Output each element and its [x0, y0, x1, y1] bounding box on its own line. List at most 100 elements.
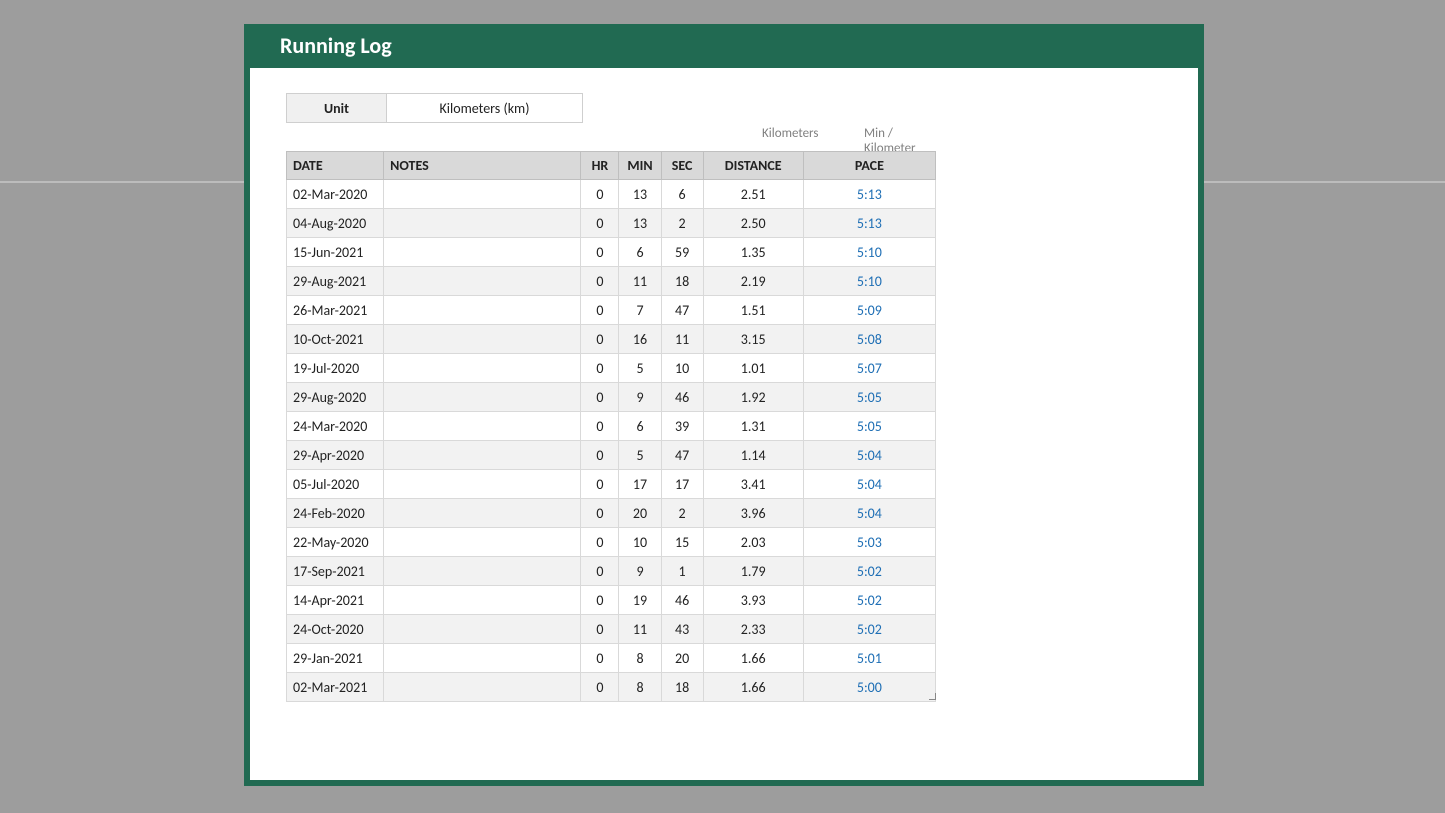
- table-row[interactable]: 29-Aug-2021011182.195:10: [287, 267, 936, 296]
- table-row[interactable]: 24-Mar-202006391.315:05: [287, 412, 936, 441]
- cell-min[interactable]: 9: [619, 557, 661, 586]
- cell-date[interactable]: 04-Aug-2020: [287, 209, 384, 238]
- cell-distance[interactable]: 1.51: [703, 296, 803, 325]
- cell-sec[interactable]: 2: [661, 499, 703, 528]
- cell-notes[interactable]: [384, 644, 581, 673]
- cell-pace[interactable]: 5:00: [803, 673, 935, 702]
- cell-hr[interactable]: 0: [581, 412, 619, 441]
- cell-date[interactable]: 05-Jul-2020: [287, 470, 384, 499]
- table-resize-handle[interactable]: [929, 693, 936, 700]
- cell-min[interactable]: 13: [619, 209, 661, 238]
- cell-notes[interactable]: [384, 267, 581, 296]
- cell-hr[interactable]: 0: [581, 528, 619, 557]
- cell-pace[interactable]: 5:05: [803, 412, 935, 441]
- header-notes[interactable]: NOTES: [384, 152, 581, 180]
- cell-sec[interactable]: 15: [661, 528, 703, 557]
- cell-distance[interactable]: 1.14: [703, 441, 803, 470]
- cell-notes[interactable]: [384, 470, 581, 499]
- cell-distance[interactable]: 2.19: [703, 267, 803, 296]
- cell-distance[interactable]: 2.03: [703, 528, 803, 557]
- cell-distance[interactable]: 1.79: [703, 557, 803, 586]
- cell-hr[interactable]: 0: [581, 441, 619, 470]
- cell-notes[interactable]: [384, 586, 581, 615]
- cell-notes[interactable]: [384, 412, 581, 441]
- cell-pace[interactable]: 5:05: [803, 383, 935, 412]
- cell-hr[interactable]: 0: [581, 586, 619, 615]
- cell-hr[interactable]: 0: [581, 673, 619, 702]
- cell-sec[interactable]: 17: [661, 470, 703, 499]
- cell-hr[interactable]: 0: [581, 296, 619, 325]
- cell-pace[interactable]: 5:02: [803, 586, 935, 615]
- cell-sec[interactable]: 46: [661, 586, 703, 615]
- running-log-table[interactable]: DATE NOTES HR MIN SEC DISTANCE PACE 02-M…: [286, 151, 936, 702]
- cell-notes[interactable]: [384, 296, 581, 325]
- cell-hr[interactable]: 0: [581, 354, 619, 383]
- unit-selector[interactable]: Unit Kilometers (km): [286, 93, 583, 123]
- cell-pace[interactable]: 5:03: [803, 528, 935, 557]
- cell-sec[interactable]: 46: [661, 383, 703, 412]
- table-row[interactable]: 26-Mar-2021 07471.515:09: [287, 296, 936, 325]
- cell-min[interactable]: 7: [619, 296, 661, 325]
- cell-pace[interactable]: 5:04: [803, 441, 935, 470]
- table-row[interactable]: 24-Oct-2020011432.335:02: [287, 615, 936, 644]
- table-row[interactable]: 24-Feb-2020 02023.965:04: [287, 499, 936, 528]
- cell-date[interactable]: 22-May-2020: [287, 528, 384, 557]
- header-hr[interactable]: HR: [581, 152, 619, 180]
- cell-sec[interactable]: 18: [661, 673, 703, 702]
- cell-sec[interactable]: 59: [661, 238, 703, 267]
- cell-pace[interactable]: 5:01: [803, 644, 935, 673]
- cell-date[interactable]: 15-Jun-2021: [287, 238, 384, 267]
- cell-min[interactable]: 19: [619, 586, 661, 615]
- header-distance[interactable]: DISTANCE: [703, 152, 803, 180]
- cell-date[interactable]: 17-Sep-2021: [287, 557, 384, 586]
- cell-distance[interactable]: 3.93: [703, 586, 803, 615]
- cell-hr[interactable]: 0: [581, 209, 619, 238]
- header-date[interactable]: DATE: [287, 152, 384, 180]
- cell-distance[interactable]: 3.96: [703, 499, 803, 528]
- cell-distance[interactable]: 2.51: [703, 180, 803, 209]
- cell-min[interactable]: 6: [619, 238, 661, 267]
- cell-sec[interactable]: 10: [661, 354, 703, 383]
- cell-pace[interactable]: 5:10: [803, 267, 935, 296]
- cell-notes[interactable]: [384, 180, 581, 209]
- cell-sec[interactable]: 43: [661, 615, 703, 644]
- table-row[interactable]: 05-Jul-2020017173.415:04: [287, 470, 936, 499]
- cell-sec[interactable]: 20: [661, 644, 703, 673]
- cell-date[interactable]: 24-Feb-2020: [287, 499, 384, 528]
- cell-notes[interactable]: [384, 441, 581, 470]
- cell-hr[interactable]: 0: [581, 499, 619, 528]
- cell-notes[interactable]: [384, 499, 581, 528]
- cell-notes[interactable]: [384, 528, 581, 557]
- cell-distance[interactable]: 1.66: [703, 673, 803, 702]
- cell-distance[interactable]: 2.50: [703, 209, 803, 238]
- cell-sec[interactable]: 11: [661, 325, 703, 354]
- table-row[interactable]: 29-Apr-202005471.145:04: [287, 441, 936, 470]
- cell-min[interactable]: 20: [619, 499, 661, 528]
- cell-date[interactable]: 26-Mar-2021: [287, 296, 384, 325]
- cell-hr[interactable]: 0: [581, 383, 619, 412]
- table-row[interactable]: 29-Jan-202108201.665:01: [287, 644, 936, 673]
- cell-date[interactable]: 29-Apr-2020: [287, 441, 384, 470]
- cell-pace[interactable]: 5:13: [803, 209, 935, 238]
- cell-hr[interactable]: 0: [581, 470, 619, 499]
- cell-pace[interactable]: 5:08: [803, 325, 935, 354]
- cell-pace[interactable]: 5:13: [803, 180, 935, 209]
- unit-value[interactable]: Kilometers (km): [387, 94, 582, 122]
- cell-pace[interactable]: 5:09: [803, 296, 935, 325]
- cell-min[interactable]: 13: [619, 180, 661, 209]
- cell-distance[interactable]: 1.35: [703, 238, 803, 267]
- cell-pace[interactable]: 5:04: [803, 499, 935, 528]
- cell-notes[interactable]: [384, 615, 581, 644]
- table-row[interactable]: 02-Mar-202001362.515:13: [287, 180, 936, 209]
- cell-distance[interactable]: 3.41: [703, 470, 803, 499]
- header-pace[interactable]: PACE: [803, 152, 935, 180]
- cell-min[interactable]: 9: [619, 383, 661, 412]
- cell-sec[interactable]: 47: [661, 296, 703, 325]
- cell-date[interactable]: 02-Mar-2020: [287, 180, 384, 209]
- cell-min[interactable]: 5: [619, 441, 661, 470]
- cell-distance[interactable]: 2.33: [703, 615, 803, 644]
- cell-pace[interactable]: 5:02: [803, 615, 935, 644]
- table-row[interactable]: 10-Oct-2021016113.155:08: [287, 325, 936, 354]
- cell-pace[interactable]: 5:02: [803, 557, 935, 586]
- cell-min[interactable]: 16: [619, 325, 661, 354]
